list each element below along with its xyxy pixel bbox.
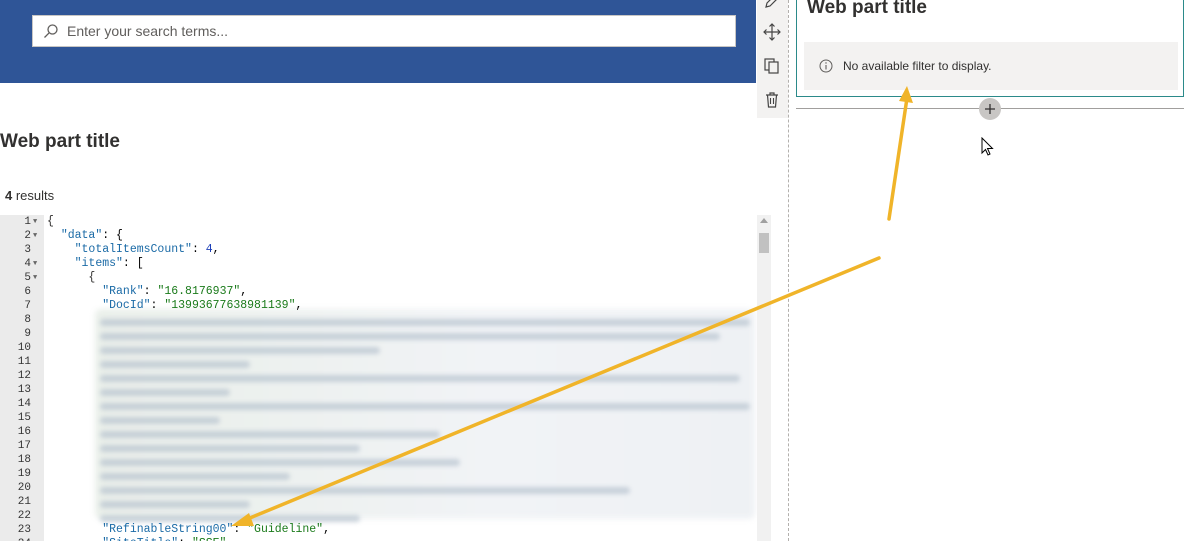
code-text: "totalItemsCount": 4, <box>74 243 220 256</box>
json-token: "SiteTitle" <box>102 537 178 541</box>
right-webpart-title: Web part title <box>807 0 927 18</box>
redacted-line <box>100 403 750 410</box>
redacted-line <box>100 431 440 438</box>
duplicate-icon[interactable] <box>763 57 781 75</box>
edit-icon[interactable] <box>763 0 781 10</box>
code-text: "SiteTitle": "SSE", <box>47 537 233 541</box>
json-token: "Guideline" <box>247 523 324 536</box>
fold-toggle-icon[interactable]: ▼ <box>33 215 37 229</box>
redacted-line <box>100 417 220 424</box>
line-number: 2 <box>24 230 31 242</box>
line-number: 19 <box>17 468 31 480</box>
search-input[interactable] <box>67 23 707 39</box>
redacted-line <box>100 333 720 340</box>
code-text: { <box>47 215 54 228</box>
redacted-line <box>100 473 290 480</box>
line-number: 13 <box>17 384 31 396</box>
line-number: 1 <box>24 216 31 228</box>
json-token: "totalItemsCount" <box>74 243 192 256</box>
move-icon[interactable] <box>763 23 781 41</box>
json-token: "SSE" <box>192 537 227 541</box>
json-token: 4 <box>205 243 213 256</box>
fold-toggle-icon[interactable]: ▼ <box>33 257 37 271</box>
fold-toggle-icon[interactable]: ▼ <box>33 271 37 285</box>
scroll-up-arrow-icon[interactable] <box>760 218 768 223</box>
info-icon <box>819 59 833 73</box>
json-token: "Rank" <box>102 285 144 298</box>
line-number: 3 <box>24 244 31 256</box>
json-token: "16.8176937" <box>157 285 241 298</box>
section-divider <box>788 0 789 541</box>
line-number: 16 <box>17 426 31 438</box>
line-number: 12 <box>17 370 31 382</box>
line-number: 14 <box>17 398 31 410</box>
code-text: { <box>47 271 96 284</box>
line-number: 5 <box>24 272 31 284</box>
filter-message-text: No available filter to display. <box>843 59 992 73</box>
redacted-line <box>100 389 230 396</box>
left-webpart-title: Web part title <box>0 131 120 152</box>
redacted-line <box>100 487 630 494</box>
line-number: 6 <box>24 286 31 298</box>
json-token: "items" <box>74 257 123 270</box>
redacted-line <box>100 445 360 452</box>
scroll-thumb[interactable] <box>759 233 769 253</box>
results-count: 4 results <box>5 188 54 203</box>
code-text: "DocId": "13993677638981139", <box>102 299 303 312</box>
search-banner <box>0 0 756 83</box>
search-icon <box>44 24 58 38</box>
line-number: 20 <box>17 482 31 494</box>
filter-webpart[interactable]: Web part title No available filter to di… <box>796 0 1184 97</box>
code-text: "Rank": "16.8176937", <box>102 285 248 298</box>
plus-icon <box>985 104 995 114</box>
line-number: 11 <box>17 356 31 368</box>
code-text: "items": [ <box>74 257 144 270</box>
line-number: 23 <box>17 524 31 536</box>
json-token: "13993677638981139" <box>164 299 296 312</box>
json-token: "data" <box>60 229 103 242</box>
webpart-toolbar <box>757 0 788 118</box>
line-number: 15 <box>17 412 31 424</box>
add-webpart-button[interactable] <box>979 98 1001 120</box>
editor-scrollbar[interactable] <box>757 215 771 541</box>
line-number: 21 <box>17 496 31 508</box>
redacted-line <box>100 361 250 368</box>
line-number: 24 <box>0 537 31 541</box>
code-text: "data": { <box>60 229 123 242</box>
code-text: "RefinableString00": "Guideline", <box>102 523 330 536</box>
results-label: results <box>12 188 55 203</box>
redacted-line <box>100 459 460 466</box>
fold-toggle-icon[interactable]: ▼ <box>33 229 37 243</box>
redacted-line <box>100 375 740 382</box>
json-token: "DocId" <box>102 299 151 312</box>
redacted-line <box>100 501 250 508</box>
filter-message-bar: No available filter to display. <box>804 42 1178 90</box>
line-number: 17 <box>17 440 31 452</box>
json-code-editor[interactable]: 1 ▼{2 ▼ "data": {3 "totalItemsCount": 4, 4 ▼… <box>0 215 771 541</box>
line-number: 18 <box>17 454 31 466</box>
mouse-cursor-icon <box>981 137 994 156</box>
delete-icon[interactable] <box>763 91 781 109</box>
line-number: 9 <box>24 328 31 340</box>
search-box[interactable] <box>32 15 736 47</box>
line-number: 4 <box>24 258 31 270</box>
json-token: "RefinableString00" <box>102 523 234 536</box>
line-number: 10 <box>17 342 31 354</box>
redacted-line <box>100 347 380 354</box>
redacted-line <box>100 515 360 522</box>
line-number: 7 <box>24 300 31 312</box>
redacted-line <box>100 319 750 326</box>
annotation-arrow-up <box>887 96 909 221</box>
line-number: 22 <box>17 510 31 522</box>
line-number: 8 <box>24 314 31 326</box>
